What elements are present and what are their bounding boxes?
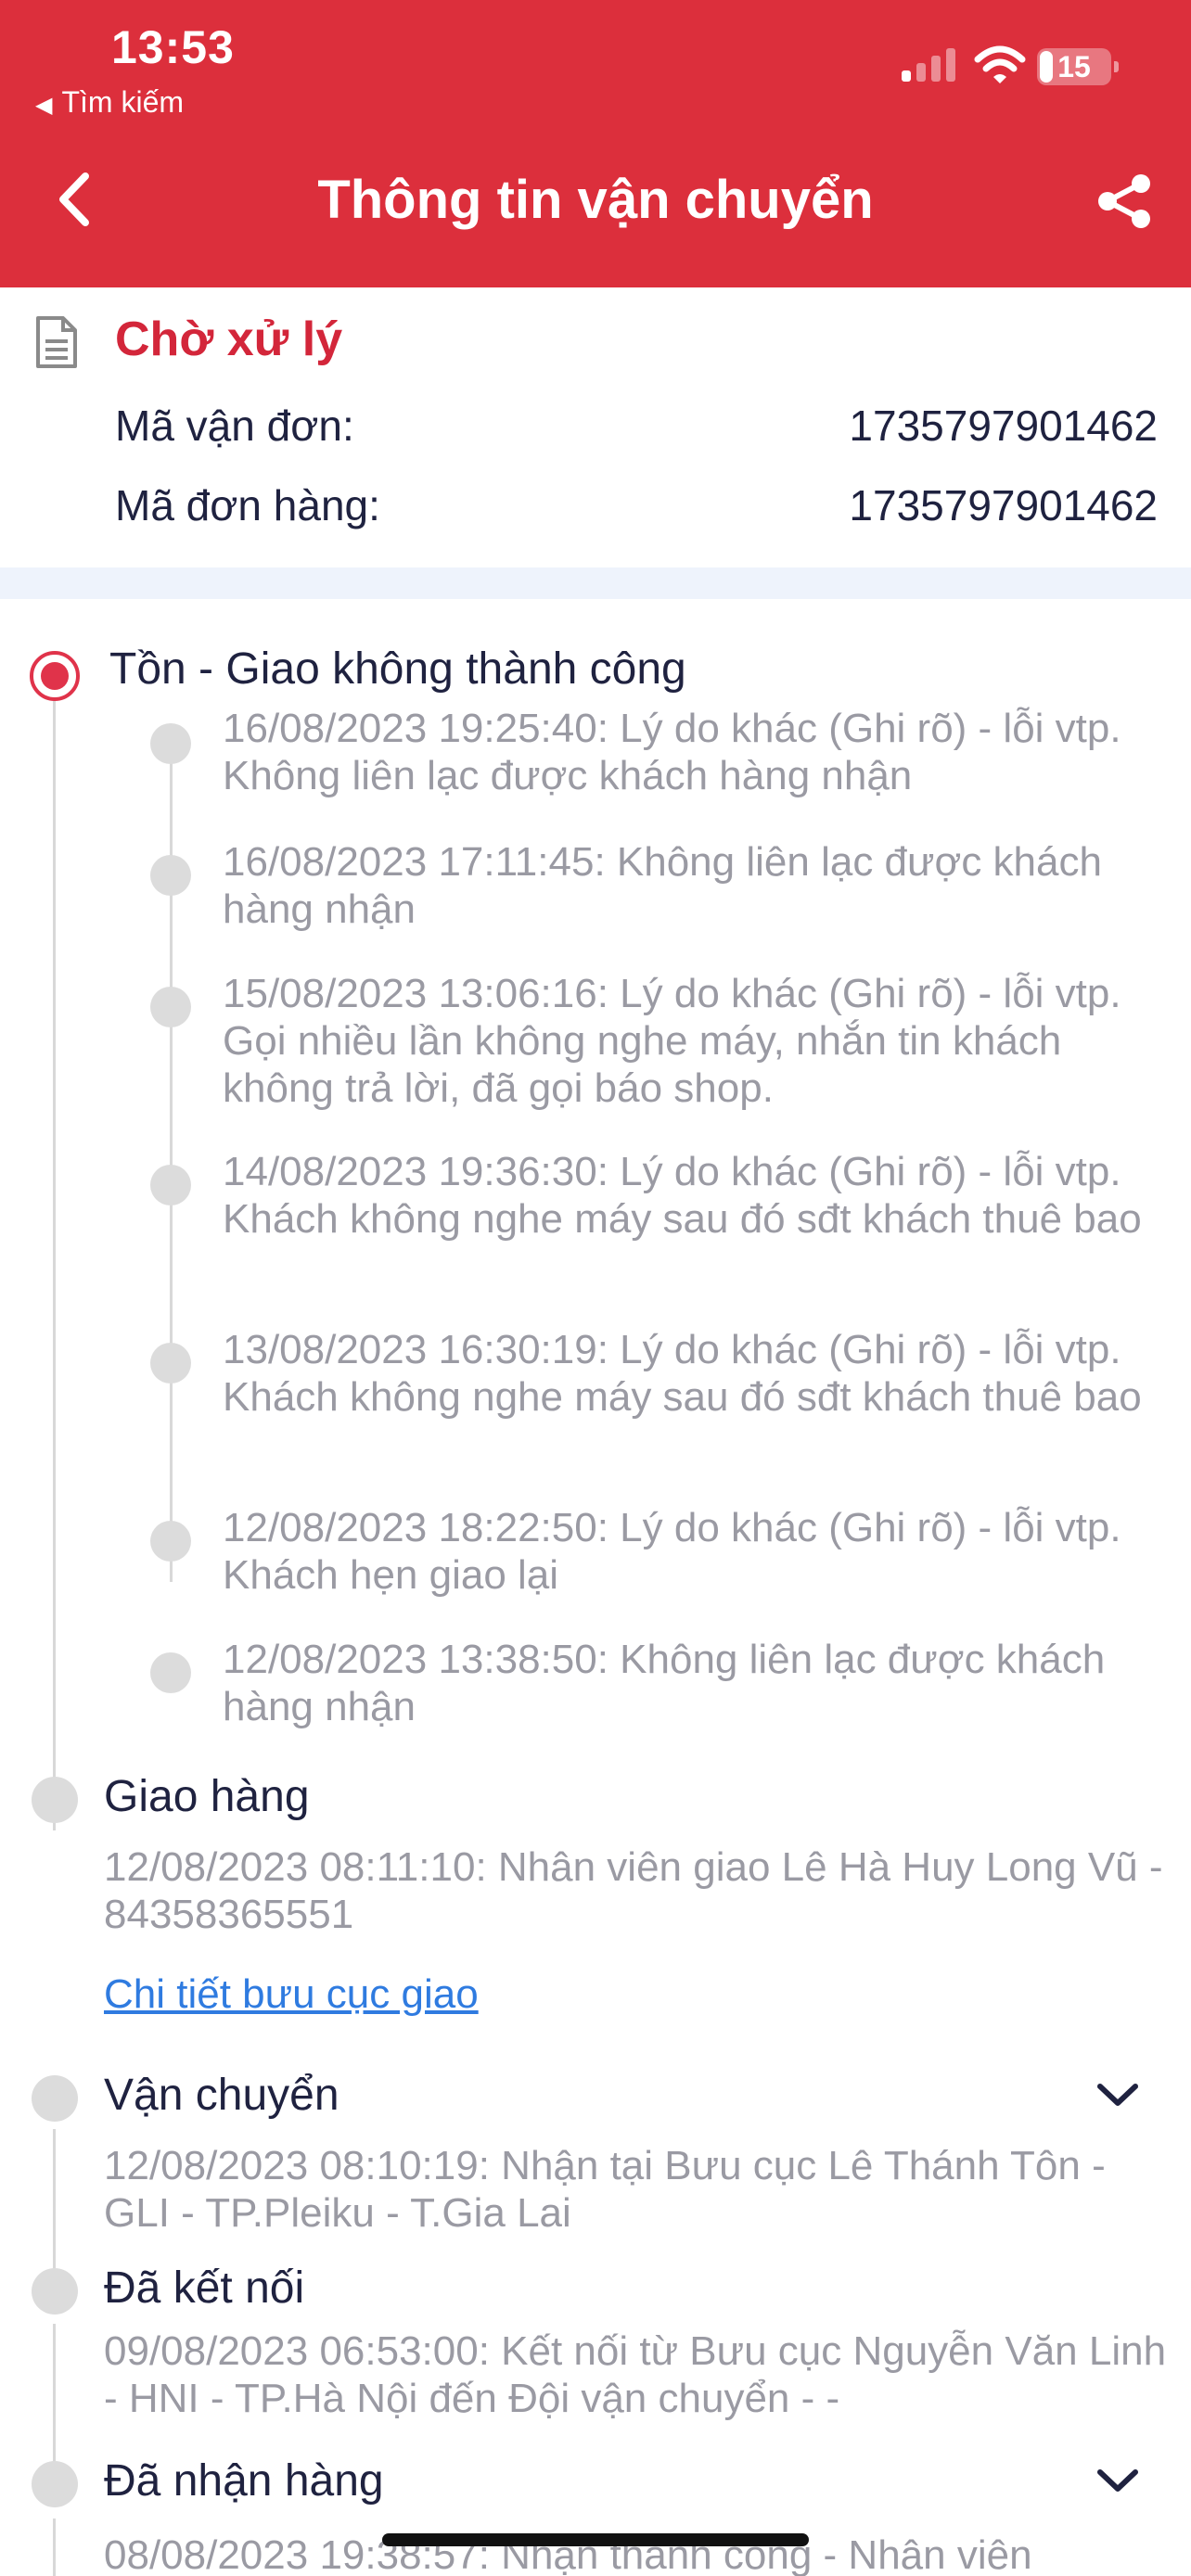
event-dot <box>150 723 191 764</box>
event-text: 16/08/2023 17:11:45: Không liên lạc được… <box>223 839 1102 932</box>
shipment-status: Chờ xử lý <box>115 312 343 366</box>
event-text: 12/08/2023 08:11:10: Nhân viên giao Lê H… <box>104 1844 1163 1937</box>
group-title-transport: Vận chuyển <box>104 2071 339 2120</box>
status-dot <box>32 1777 78 1823</box>
waybill-label: Mã vận đơn: <box>115 402 354 450</box>
signal-icon <box>902 48 957 82</box>
event-text: 12/08/2023 13:38:50: Không liên lạc được… <box>223 1637 1106 1729</box>
event-dot <box>150 987 191 1027</box>
event-text: 12/08/2023 18:22:50: Lý do khác (Ghi rõ)… <box>223 1505 1121 1598</box>
event-dot <box>150 1652 191 1693</box>
event-text: 14/08/2023 19:36:30: Lý do khác (Ghi rõ)… <box>223 1149 1142 1242</box>
home-indicator[interactable] <box>382 2533 809 2546</box>
document-icon <box>36 316 77 368</box>
status-dot <box>32 2461 78 2507</box>
event-text: 12/08/2023 08:10:19: Nhận tại Bưu cục Lê… <box>104 2143 1106 2236</box>
order-label: Mã đơn hàng: <box>115 481 380 529</box>
section-divider <box>0 567 1191 599</box>
event-text: 15/08/2023 13:06:16: Lý do khác (Ghi rõ)… <box>223 971 1121 1111</box>
event-dot <box>150 855 191 896</box>
group-title-delivery: Giao hàng <box>104 1772 310 1821</box>
order-value: 1735797901462 <box>849 481 1158 529</box>
chevron-down-icon[interactable] <box>1095 2081 1141 2109</box>
wifi-icon <box>974 45 1026 83</box>
back-to-search-label: Tìm kiếm <box>61 85 185 119</box>
chevron-down-icon[interactable] <box>1095 2467 1141 2494</box>
event-text: 16/08/2023 19:25:40: Lý do khác (Ghi rõ)… <box>223 706 1121 798</box>
timeline-line <box>53 2519 56 2576</box>
app-header: 13:53 ◀ Tìm kiếm 15 Thông tin vận chuyển <box>0 0 1191 287</box>
delivery-office-link[interactable]: Chi tiết bưu cục giao <box>104 1971 479 2018</box>
event-dot <box>150 1521 191 1562</box>
status-dot <box>32 2075 78 2122</box>
back-to-search[interactable]: ◀ Tìm kiếm <box>35 85 184 120</box>
event-text: 09/08/2023 06:53:00: Kết nối từ Bưu cục … <box>104 2328 1167 2421</box>
event-dot <box>150 1343 191 1384</box>
event-text: 13/08/2023 16:30:19: Lý do khác (Ghi rõ)… <box>223 1327 1142 1420</box>
shipment-summary: Chờ xử lý Mã vận đơn: 1735797901462 Mã đ… <box>0 287 1191 567</box>
status-time: 13:53 <box>111 21 235 73</box>
battery-level: 15 <box>1057 50 1091 83</box>
back-triangle-icon: ◀ <box>35 93 53 118</box>
active-status-dot <box>30 651 80 701</box>
event-dot <box>150 1165 191 1205</box>
timeline-line <box>53 671 56 1830</box>
status-dot <box>32 2268 78 2315</box>
group-title-received: Đã nhận hàng <box>104 2456 384 2506</box>
tracking-timeline: Tồn - Giao không thành công 16/08/2023 1… <box>0 599 1191 2576</box>
page-title: Thông tin vận chuyển <box>317 170 874 230</box>
group-title-connected: Đã kết nối <box>104 2264 305 2313</box>
order-row: Mã đơn hàng: 1735797901462 <box>115 480 1158 530</box>
waybill-row: Mã vận đơn: 1735797901462 <box>115 401 1158 451</box>
waybill-value: 1735797901462 <box>849 402 1158 450</box>
share-icon[interactable] <box>1095 171 1156 232</box>
group-title-current: Tồn - Giao không thành công <box>109 644 686 694</box>
battery-icon: 15 <box>1037 48 1119 85</box>
